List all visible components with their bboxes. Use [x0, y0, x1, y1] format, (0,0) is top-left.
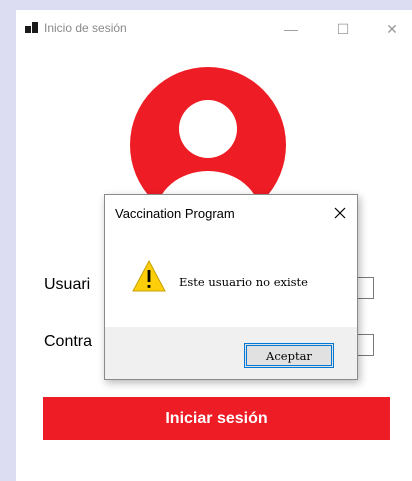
close-icon: ✕ [386, 20, 398, 37]
username-input[interactable] [356, 277, 374, 299]
title-bar: Inicio de sesión — ☐ ✕ [16, 10, 412, 48]
close-icon [334, 207, 346, 219]
maximize-icon: ☐ [336, 20, 350, 37]
dialog-title: Vaccination Program [115, 206, 235, 221]
password-label: Contra [44, 333, 93, 350]
dialog-close-button[interactable] [327, 200, 353, 226]
dialog-message: Este usuario no existe [179, 275, 308, 289]
window-title: Inicio de sesión [44, 21, 127, 35]
error-dialog: Vaccination Program Este usuario no exis… [104, 194, 358, 380]
minimize-button[interactable]: — [271, 10, 311, 48]
minimize-icon: — [284, 21, 298, 37]
username-label: Usuari [44, 276, 91, 293]
maximize-button[interactable]: ☐ [323, 10, 363, 48]
warning-icon [132, 260, 166, 292]
accept-button[interactable]: Aceptar [244, 343, 334, 368]
close-button[interactable]: ✕ [372, 10, 412, 48]
app-icon [25, 22, 38, 33]
login-button[interactable]: Iniciar sesión [43, 397, 390, 440]
password-input[interactable] [356, 334, 374, 356]
